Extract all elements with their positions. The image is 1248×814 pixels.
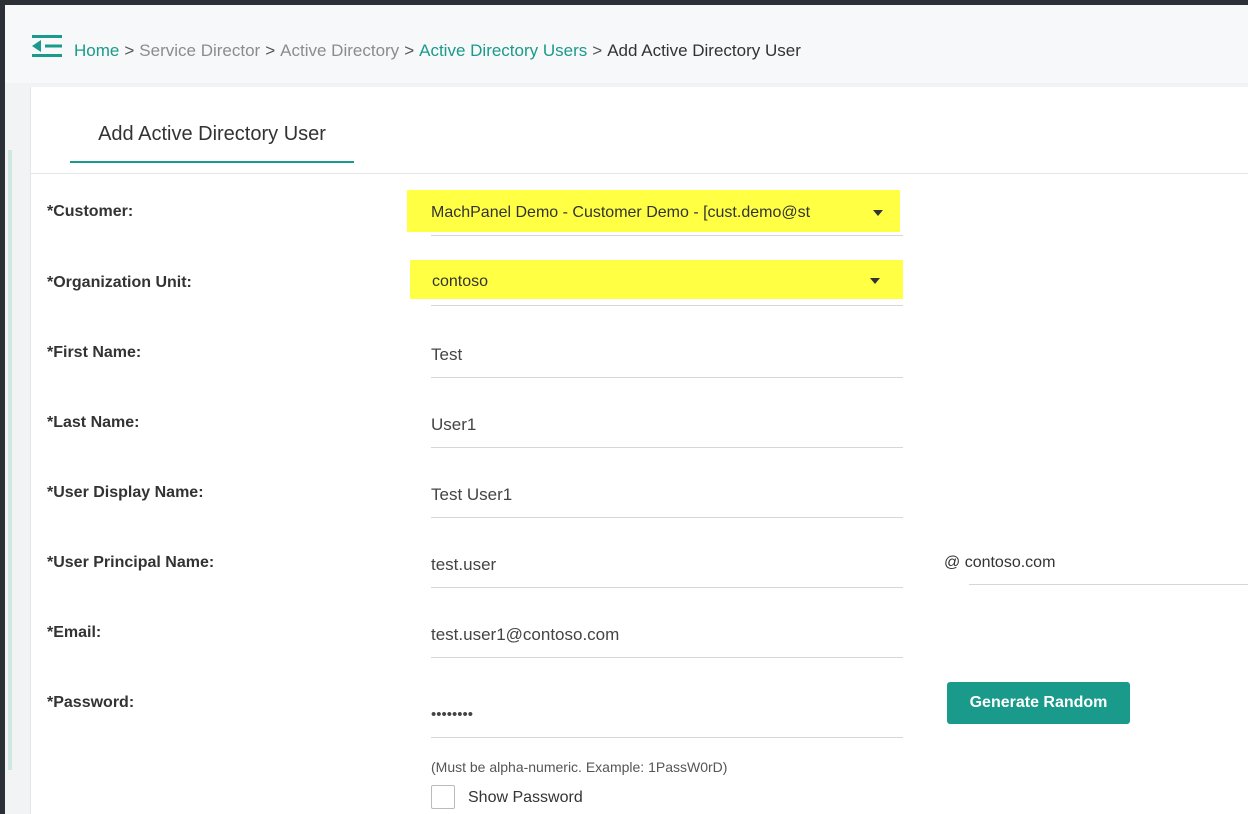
organization-unit-select[interactable]: contoso <box>410 260 903 299</box>
breadcrumb-home[interactable]: Home <box>74 41 119 60</box>
principal-name-value: test.user <box>431 555 497 574</box>
principal-name-input[interactable]: test.user <box>431 543 903 588</box>
form-card: Add Active Directory User *Customer: Mac… <box>30 87 1248 814</box>
tab-add-active-directory-user[interactable]: Add Active Directory User <box>70 119 354 163</box>
password-value: •••••••• <box>431 706 474 723</box>
principal-name-label: *User Principal Name: <box>47 554 215 571</box>
caret-down-icon <box>870 278 880 284</box>
organization-unit-underline <box>431 305 903 306</box>
display-name-input[interactable]: Test User1 <box>431 473 903 518</box>
organization-unit-label: *Organization Unit: <box>47 274 192 291</box>
breadcrumb-separator: > <box>265 41 276 60</box>
principal-domain-underline <box>969 584 1248 585</box>
breadcrumb: Home > Service Director > Active Directory > A… <box>74 41 801 61</box>
customer-select[interactable]: MachPanel Demo - Customer Demo - [cust.d… <box>407 190 900 232</box>
customer-select-value: MachPanel Demo - Customer Demo - [cust.d… <box>431 204 811 221</box>
password-hint: (Must be alpha-numeric. Example: 1PassW0… <box>431 759 728 775</box>
menu-collapse-icon[interactable] <box>32 34 62 58</box>
caret-down-icon <box>873 210 883 216</box>
breadcrumb-active-directory-users[interactable]: Active Directory Users <box>419 41 587 60</box>
email-label: *Email: <box>47 624 102 641</box>
last-name-label: *Last Name: <box>47 414 140 431</box>
last-name-value: User1 <box>431 415 477 434</box>
breadcrumb-separator: > <box>404 41 415 60</box>
tab-divider <box>31 173 1248 174</box>
show-password-checkbox[interactable] <box>431 785 455 809</box>
customer-select-underline <box>431 235 903 236</box>
display-name-label: *User Display Name: <box>47 484 204 501</box>
breadcrumb-current: Add Active Directory User <box>607 41 801 60</box>
breadcrumb-separator: > <box>124 41 135 60</box>
show-password-label[interactable]: Show Password <box>468 789 583 807</box>
first-name-input[interactable]: Test <box>431 333 903 378</box>
password-label: *Password: <box>47 694 135 711</box>
display-name-value: Test User1 <box>431 485 513 504</box>
password-input[interactable]: •••••••• <box>431 693 903 738</box>
principal-domain-select[interactable]: @ contoso.com <box>944 554 1055 572</box>
first-name-value: Test <box>431 345 463 364</box>
customer-label: *Customer: <box>47 203 134 220</box>
window-frame-left <box>0 0 5 814</box>
email-input[interactable]: test.user1@contoso.com <box>431 613 903 658</box>
email-value: test.user1@contoso.com <box>431 625 620 644</box>
last-name-input[interactable]: User1 <box>431 403 903 448</box>
breadcrumb-active-directory: Active Directory <box>280 41 400 60</box>
sidebar-accent-strip <box>8 150 12 770</box>
organization-unit-select-value: contoso <box>432 273 489 290</box>
first-name-label: *First Name: <box>47 344 142 361</box>
generate-random-button[interactable]: Generate Random <box>947 682 1130 724</box>
breadcrumb-separator: > <box>592 41 603 60</box>
top-bar: Home > Service Director > Active Directory > A… <box>5 5 1248 83</box>
breadcrumb-service-director: Service Director <box>139 41 261 60</box>
